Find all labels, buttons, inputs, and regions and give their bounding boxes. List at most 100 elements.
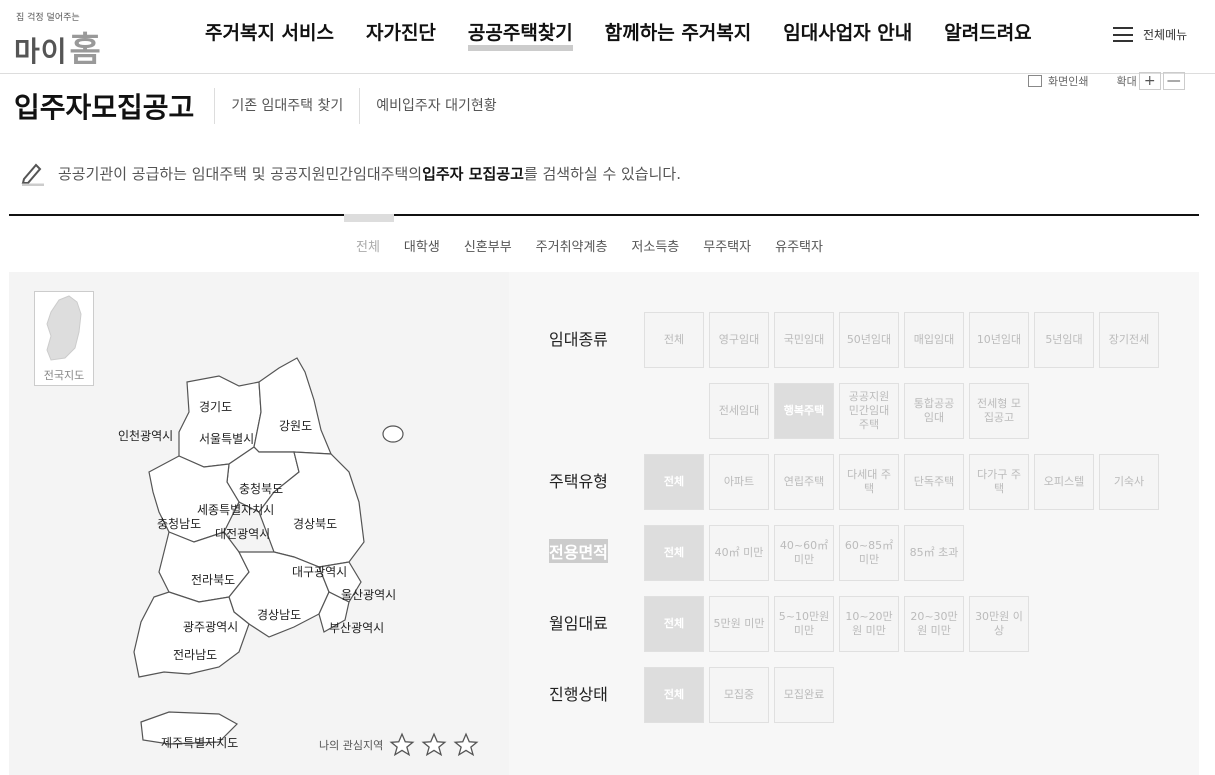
cat-tab-student[interactable]: 대학생 — [404, 236, 440, 255]
rent-type-jeonse-recruit[interactable]: 전세형 모집공고 — [969, 383, 1029, 439]
region-chungnam[interactable]: 충청남도 — [157, 515, 201, 532]
nav-self-diagnosis[interactable]: 자가진단 — [366, 18, 436, 51]
area-40-60[interactable]: 40~60㎡ 미만 — [774, 525, 834, 581]
region-ulleung-shape — [382, 425, 404, 443]
section-divider — [9, 214, 1199, 216]
rent-10-20[interactable]: 10~20만원 미만 — [839, 596, 899, 652]
nav-public-housing[interactable]: 공공주택찾기 — [467, 18, 573, 51]
all-menu-button[interactable]: 전체메뉴 — [1113, 26, 1187, 43]
cat-tab-low-income[interactable]: 저소득층 — [631, 236, 679, 255]
status-all[interactable]: 전체 — [644, 667, 704, 723]
favorite-regions: 나의 관심지역 — [319, 732, 479, 758]
filter-panel: 임대종류 주택유형 전용면적 월임대료 진행상태 전체 영구임대 국민임대 50… — [509, 272, 1199, 775]
status-closed[interactable]: 모집완료 — [774, 667, 834, 723]
zoom-label: 확대 — [1116, 75, 1137, 88]
divider-indicator — [344, 214, 394, 222]
cat-tab-newlywed[interactable]: 신혼부부 — [464, 236, 512, 255]
rent-type-public-private[interactable]: 공공지원 민간임대 주택 — [839, 383, 899, 439]
title-row: 입주자모집공고 기존 임대주택 찾기 예비입주자 대기현황 — [14, 86, 513, 126]
house-type-dormitory[interactable]: 기숙사 — [1099, 454, 1159, 510]
region-sejong[interactable]: 세종특별자치시 — [197, 501, 274, 518]
map-panel: 전국지도 경기도 강원도 인천광역시 서울특별시 충청북도 세종특별자치시 충청… — [9, 272, 509, 775]
region-incheon[interactable]: 인천광역시 — [118, 427, 173, 444]
pencil-icon — [20, 160, 46, 187]
house-type-detached[interactable]: 단독주택 — [904, 454, 964, 510]
area-over-85[interactable]: 85㎡ 초과 — [904, 525, 964, 581]
favorite-star-icon[interactable] — [421, 732, 447, 758]
desc-bold: 입주자 모집공고 — [422, 164, 524, 183]
favorite-label: 나의 관심지역 — [319, 739, 384, 752]
status-recruiting[interactable]: 모집중 — [709, 667, 769, 723]
nav-housing-welfare[interactable]: 주거복지 서비스 — [205, 18, 334, 51]
region-gangwon-shape — [253, 357, 332, 455]
favorite-star-icon[interactable] — [453, 732, 479, 758]
area-all[interactable]: 전체 — [644, 525, 704, 581]
rent-20-30[interactable]: 20~30만원 미만 — [904, 596, 964, 652]
rent-5-10[interactable]: 5~10만원 미만 — [774, 596, 834, 652]
area-60-85[interactable]: 60~85㎡ 미만 — [839, 525, 899, 581]
print-icon[interactable] — [1028, 75, 1042, 87]
cat-tab-vulnerable[interactable]: 주거취약계층 — [536, 236, 608, 255]
rent-type-happy-house[interactable]: 행복주택 — [774, 383, 834, 439]
site-logo[interactable]: 집 걱정 덜어주는 마이홈 — [14, 8, 124, 70]
region-daejeon[interactable]: 대전광역시 — [215, 525, 270, 542]
house-type-multi-family[interactable]: 다가구 주택 — [969, 454, 1029, 510]
rent-type-jeonse[interactable]: 전세임대 — [709, 383, 769, 439]
area-under-40[interactable]: 40㎡ 미만 — [709, 525, 769, 581]
favorite-star-icon[interactable] — [389, 732, 415, 758]
house-type-multiplex[interactable]: 다세대 주택 — [839, 454, 899, 510]
region-gwangju[interactable]: 광주광역시 — [183, 618, 238, 635]
cat-tab-homeless[interactable]: 무주택자 — [703, 236, 751, 255]
region-gangwon[interactable]: 강원도 — [279, 417, 312, 434]
region-jeonbuk[interactable]: 전라북도 — [191, 571, 235, 588]
zoom-in-button[interactable]: + — [1138, 72, 1161, 90]
rent-type-purchase[interactable]: 매입임대 — [904, 312, 964, 368]
site-header: 집 걱정 덜어주는 마이홈 주거복지 서비스 자가진단 공공주택찾기 함께하는 … — [0, 0, 1215, 74]
house-type-townhouse[interactable]: 연립주택 — [774, 454, 834, 510]
region-gyeongnam[interactable]: 경상남도 — [257, 606, 301, 623]
page-description: 공공기관이 공급하는 임대주택 및 공공지원민간임대주택의 입주자 모집공고 를 … — [20, 160, 681, 187]
rent-over-30[interactable]: 30만원 이상 — [969, 596, 1029, 652]
mini-map-label: 전국지도 — [43, 369, 85, 382]
subtab-waiting-status[interactable]: 예비입주자 대기현황 — [359, 88, 512, 124]
zoom-out-button[interactable]: — — [1162, 72, 1185, 90]
region-jeju[interactable]: 제주특별자치도 — [161, 734, 238, 751]
rent-type-10yr[interactable]: 10년임대 — [969, 312, 1029, 368]
rent-under-5[interactable]: 5만원 미만 — [709, 596, 769, 652]
logo-home: 홈 — [69, 30, 102, 70]
nav-together-welfare[interactable]: 함께하는 주거복지 — [605, 18, 751, 51]
subtab-existing-housing[interactable]: 기존 임대주택 찾기 — [214, 88, 359, 124]
logo-text: 마이 — [14, 35, 68, 68]
house-type-apartment[interactable]: 아파트 — [709, 454, 769, 510]
category-tabs: 전체 대학생 신혼부부 주거취약계층 저소득층 무주택자 유주택자 — [356, 236, 847, 255]
nav-landlord-guide[interactable]: 임대사업자 안내 — [783, 18, 912, 51]
rent-type-long-jeonse[interactable]: 장기전세 — [1099, 312, 1159, 368]
cat-tab-all[interactable]: 전체 — [356, 236, 380, 255]
main-nav: 주거복지 서비스 자가진단 공공주택찾기 함께하는 주거복지 임대사업자 안내 … — [205, 18, 1064, 51]
region-daegu[interactable]: 대구광역시 — [292, 563, 347, 580]
filter-label-rent-type: 임대종류 — [549, 330, 608, 349]
page-title: 입주자모집공고 — [14, 91, 195, 124]
rent-all[interactable]: 전체 — [644, 596, 704, 652]
rent-type-5yr[interactable]: 5년임대 — [1034, 312, 1094, 368]
rent-type-all[interactable]: 전체 — [644, 312, 704, 368]
house-type-all[interactable]: 전체 — [644, 454, 704, 510]
house-type-officetel[interactable]: 오피스텔 — [1034, 454, 1094, 510]
region-gyeonggi[interactable]: 경기도 — [199, 398, 232, 415]
mini-korea-icon — [46, 295, 82, 361]
region-ulsan[interactable]: 울산광역시 — [341, 586, 396, 603]
cat-tab-homeowner[interactable]: 유주택자 — [775, 236, 823, 255]
all-menu-label: 전체메뉴 — [1143, 28, 1188, 42]
region-chungbuk[interactable]: 충청북도 — [239, 480, 283, 497]
region-jeonnam[interactable]: 전라남도 — [173, 646, 217, 663]
nav-notice[interactable]: 알려드려요 — [944, 18, 1031, 51]
region-gyeongbuk[interactable]: 경상북도 — [293, 515, 337, 532]
rent-type-50yr[interactable]: 50년임대 — [839, 312, 899, 368]
rent-type-national[interactable]: 국민임대 — [774, 312, 834, 368]
rent-type-integrated[interactable]: 통합공공 임대 — [904, 383, 964, 439]
rent-type-permanent[interactable]: 영구임대 — [709, 312, 769, 368]
region-seoul[interactable]: 서울특별시 — [199, 430, 254, 447]
mini-map-button[interactable]: 전국지도 — [34, 291, 94, 386]
region-busan[interactable]: 부산광역시 — [329, 619, 384, 636]
print-label[interactable]: 화면인쇄 — [1048, 73, 1088, 89]
